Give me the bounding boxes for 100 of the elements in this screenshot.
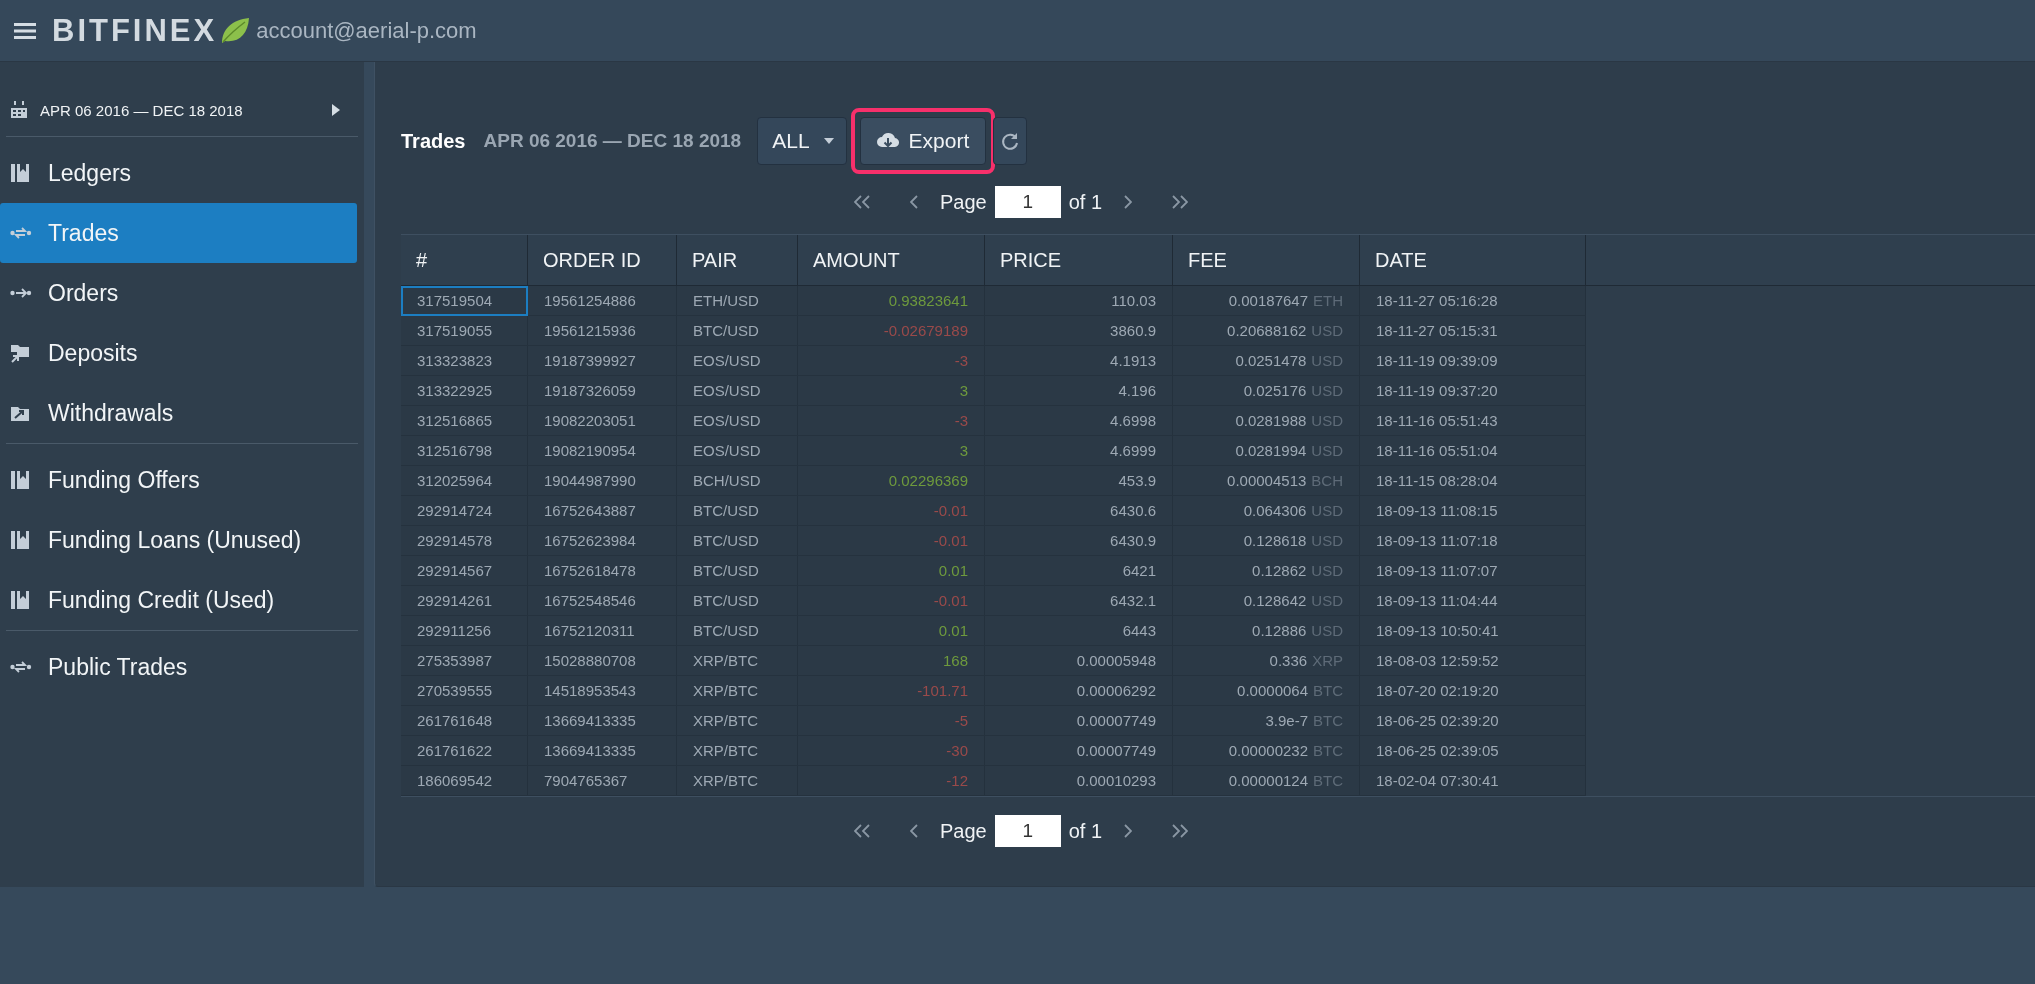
chevron-icon (909, 195, 918, 209)
table-cell: 18-06-25 02:39:20 (1359, 705, 1586, 736)
table-cell: 313323823 (401, 345, 528, 376)
page-input[interactable]: 1 (994, 186, 1061, 218)
sidebar-item[interactable]: Funding Offers (0, 450, 357, 510)
chevron-icon (909, 824, 918, 838)
table-cell: 18-02-04 07:30:41 (1359, 765, 1586, 796)
fee-amount: 0.00004513 (1227, 472, 1307, 489)
table-cell: 0.01 (797, 615, 985, 646)
table-cell: 0.00010293 (984, 765, 1173, 796)
table-cell: BTC/USD (676, 315, 798, 346)
table-cell: 292914724 (401, 495, 528, 526)
table-cell: 453.9 (984, 465, 1173, 496)
table-cell: 18-11-27 05:15:31 (1359, 315, 1586, 346)
sidebar-item[interactable]: Trades (0, 203, 357, 263)
sidebar-item[interactable]: Funding Loans (Unused) (0, 510, 357, 570)
logo: BITFINEX (52, 12, 218, 49)
refresh-button[interactable] (993, 117, 1028, 165)
table-cell: XRP/BTC (676, 645, 798, 676)
table-cell: -101.71 (797, 675, 985, 706)
table-cell: 16752618478 (527, 555, 677, 586)
fee-amount: 0.0000064 (1237, 682, 1308, 699)
table-cell: 18-09-13 10:50:41 (1359, 615, 1586, 646)
sidebar-item[interactable]: Withdrawals (0, 383, 357, 443)
sidebar-item[interactable]: Deposits (0, 323, 357, 383)
chevron-icon (1172, 195, 1189, 209)
fee-amount: 0.128618 (1243, 532, 1307, 549)
book-icon (10, 470, 32, 490)
book-icon (10, 530, 32, 550)
table-cell: 18-09-13 11:07:18 (1359, 525, 1586, 556)
sidebar-item[interactable]: Orders (0, 263, 357, 323)
table-cell: 18-11-27 05:16:28 (1359, 285, 1586, 316)
fee-amount: 0.0251478 (1235, 352, 1307, 369)
filter-dropdown[interactable]: ALL (757, 117, 847, 165)
fee-amount: 0.00000124 (1228, 772, 1308, 789)
chevron-icon (1172, 824, 1189, 838)
table-cell: -3 (797, 405, 985, 436)
table-cell: XRP/BTC (676, 705, 798, 736)
table-cell: -0.01 (797, 495, 985, 526)
refresh-icon (1000, 131, 1021, 151)
table-cell: BTC/USD (676, 525, 798, 556)
table-cell: -0.01 (797, 585, 985, 616)
table-cell: 270539555 (401, 675, 528, 706)
table-cell: 4.1913 (984, 345, 1173, 376)
column-header: AMOUNT (797, 235, 985, 286)
sidebar-item[interactable]: Funding Credit (Used) (0, 570, 357, 630)
table-cell: -12 (797, 765, 985, 796)
table-cell: 0.01 (797, 555, 985, 586)
fee-amount: 0.12862 (1252, 562, 1307, 579)
table-cell: BCH/USD (676, 465, 798, 496)
table-cell: 4.6999 (984, 435, 1173, 466)
table-cell: 168 (797, 645, 985, 676)
table-cell: 18-08-03 12:59:52 (1359, 645, 1586, 676)
fee-amount: 3.9e-7 (1265, 712, 1308, 729)
table-cell: 317519504 (401, 285, 528, 316)
table-cell: ETH/USD (676, 285, 798, 316)
fee-amount: 0.00187647 (1228, 292, 1308, 309)
table-cell: 19561215936 (527, 315, 677, 346)
column-header: PRICE (984, 235, 1173, 286)
sidebar-item[interactable]: Ledgers (0, 143, 357, 203)
column-header: DATE (1359, 235, 1586, 286)
table-cell: 6430.6 (984, 495, 1173, 526)
table-cell: EOS/USD (676, 405, 798, 436)
export-button[interactable]: Export (859, 117, 987, 165)
table-cell: 18-07-20 02:19:20 (1359, 675, 1586, 706)
table-cell: XRP/BTC (676, 675, 798, 706)
table-cell: 18-09-13 11:04:44 (1359, 585, 1586, 616)
leaf-icon (220, 16, 251, 45)
table-cell: BTC/USD (676, 585, 798, 616)
table-cell: BTC/USD (676, 615, 798, 646)
table-cell: 275353987 (401, 645, 528, 676)
table-cell: 0.00006292 (984, 675, 1173, 706)
table-cell: 261761648 (401, 705, 528, 736)
table-cell: 4.6998 (984, 405, 1173, 436)
table-cell: 0.02296369 (797, 465, 985, 496)
fee-amount: 0.00000232 (1228, 742, 1308, 759)
table-cell: 13669413335 (527, 705, 677, 736)
table-cell: 292914578 (401, 525, 528, 556)
chevron-icon (1124, 195, 1133, 209)
column-header: PAIR (676, 235, 798, 286)
sidebar-item[interactable]: Public Trades (0, 637, 357, 697)
menu-icon[interactable] (14, 21, 36, 40)
table-cell: -0.01 (797, 525, 985, 556)
book-icon (10, 163, 32, 183)
table-cell: 6432.1 (984, 585, 1173, 616)
table-cell: 4.196 (984, 375, 1173, 406)
table-cell: 18-11-16 05:51:43 (1359, 405, 1586, 436)
table-cell: 18-06-25 02:39:05 (1359, 735, 1586, 766)
table-cell: 0.93823641 (797, 285, 985, 316)
fee-amount: 0.12886 (1252, 622, 1307, 639)
date-range-label: APR 06 2016 — DEC 18 2018 (483, 130, 742, 152)
page-input[interactable]: 1 (994, 815, 1061, 847)
table-cell: 18-11-16 05:51:04 (1359, 435, 1586, 466)
table-cell: 292914567 (401, 555, 528, 586)
table-cell: 313322925 (401, 375, 528, 406)
date-range-selector[interactable]: APR 06 2016 — DEC 18 2018 (0, 84, 364, 136)
account-email: account@aerial-p.com (256, 17, 477, 44)
page-title: Trades (401, 129, 466, 153)
table-cell: 16752548546 (527, 585, 677, 616)
table-cell: 14518953543 (527, 675, 677, 706)
